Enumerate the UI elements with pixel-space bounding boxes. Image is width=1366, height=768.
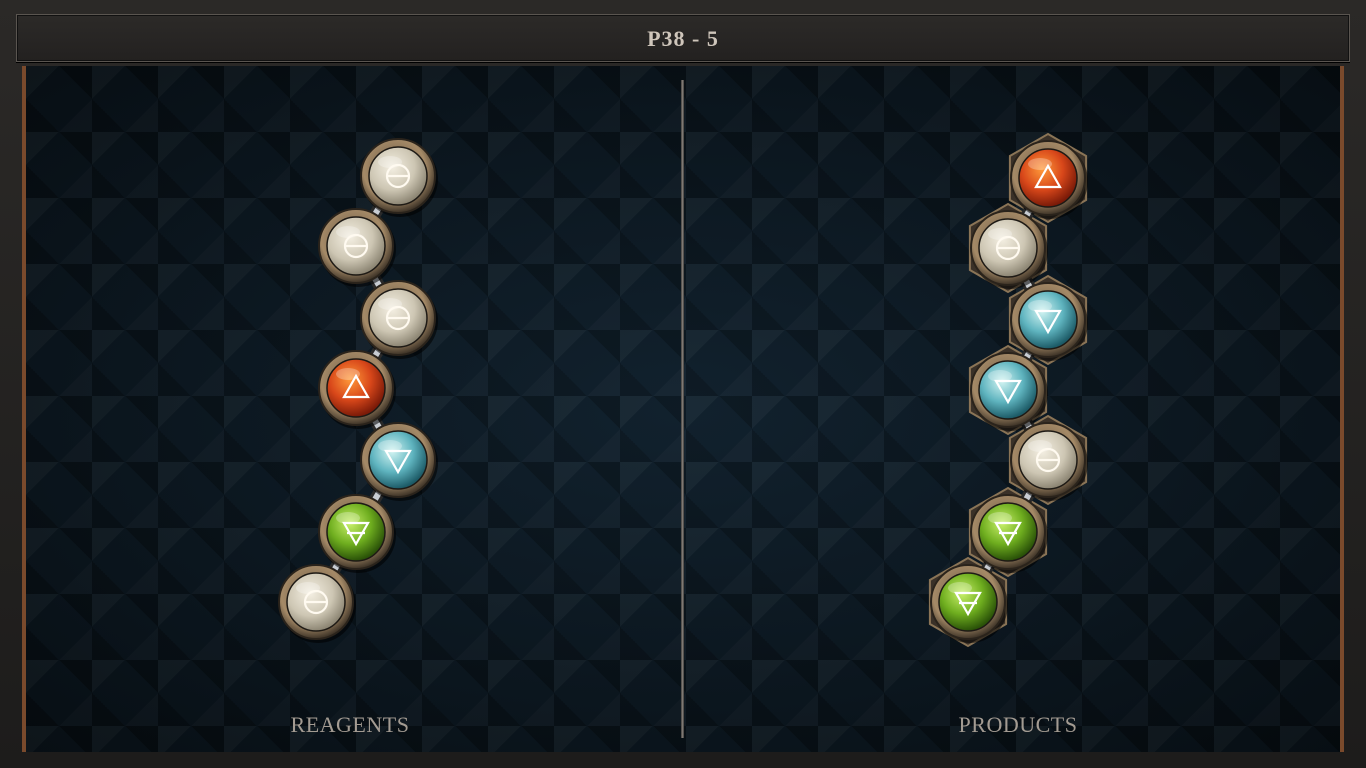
atom-salt[interactable]	[360, 280, 438, 359]
atom-fire[interactable]	[318, 350, 396, 429]
atom-salt[interactable]	[278, 564, 356, 643]
reagents-molecule	[278, 138, 438, 643]
atom-salt[interactable]	[318, 208, 396, 287]
products-molecule	[928, 132, 1088, 648]
molecule-canvas	[278, 132, 1088, 648]
atom-water[interactable]	[360, 422, 438, 501]
atom-salt[interactable]	[360, 138, 438, 217]
atom-earth[interactable]	[318, 494, 396, 573]
reagents-label: REAGENTS	[290, 712, 410, 737]
products-label: PRODUCTS	[958, 712, 1078, 737]
